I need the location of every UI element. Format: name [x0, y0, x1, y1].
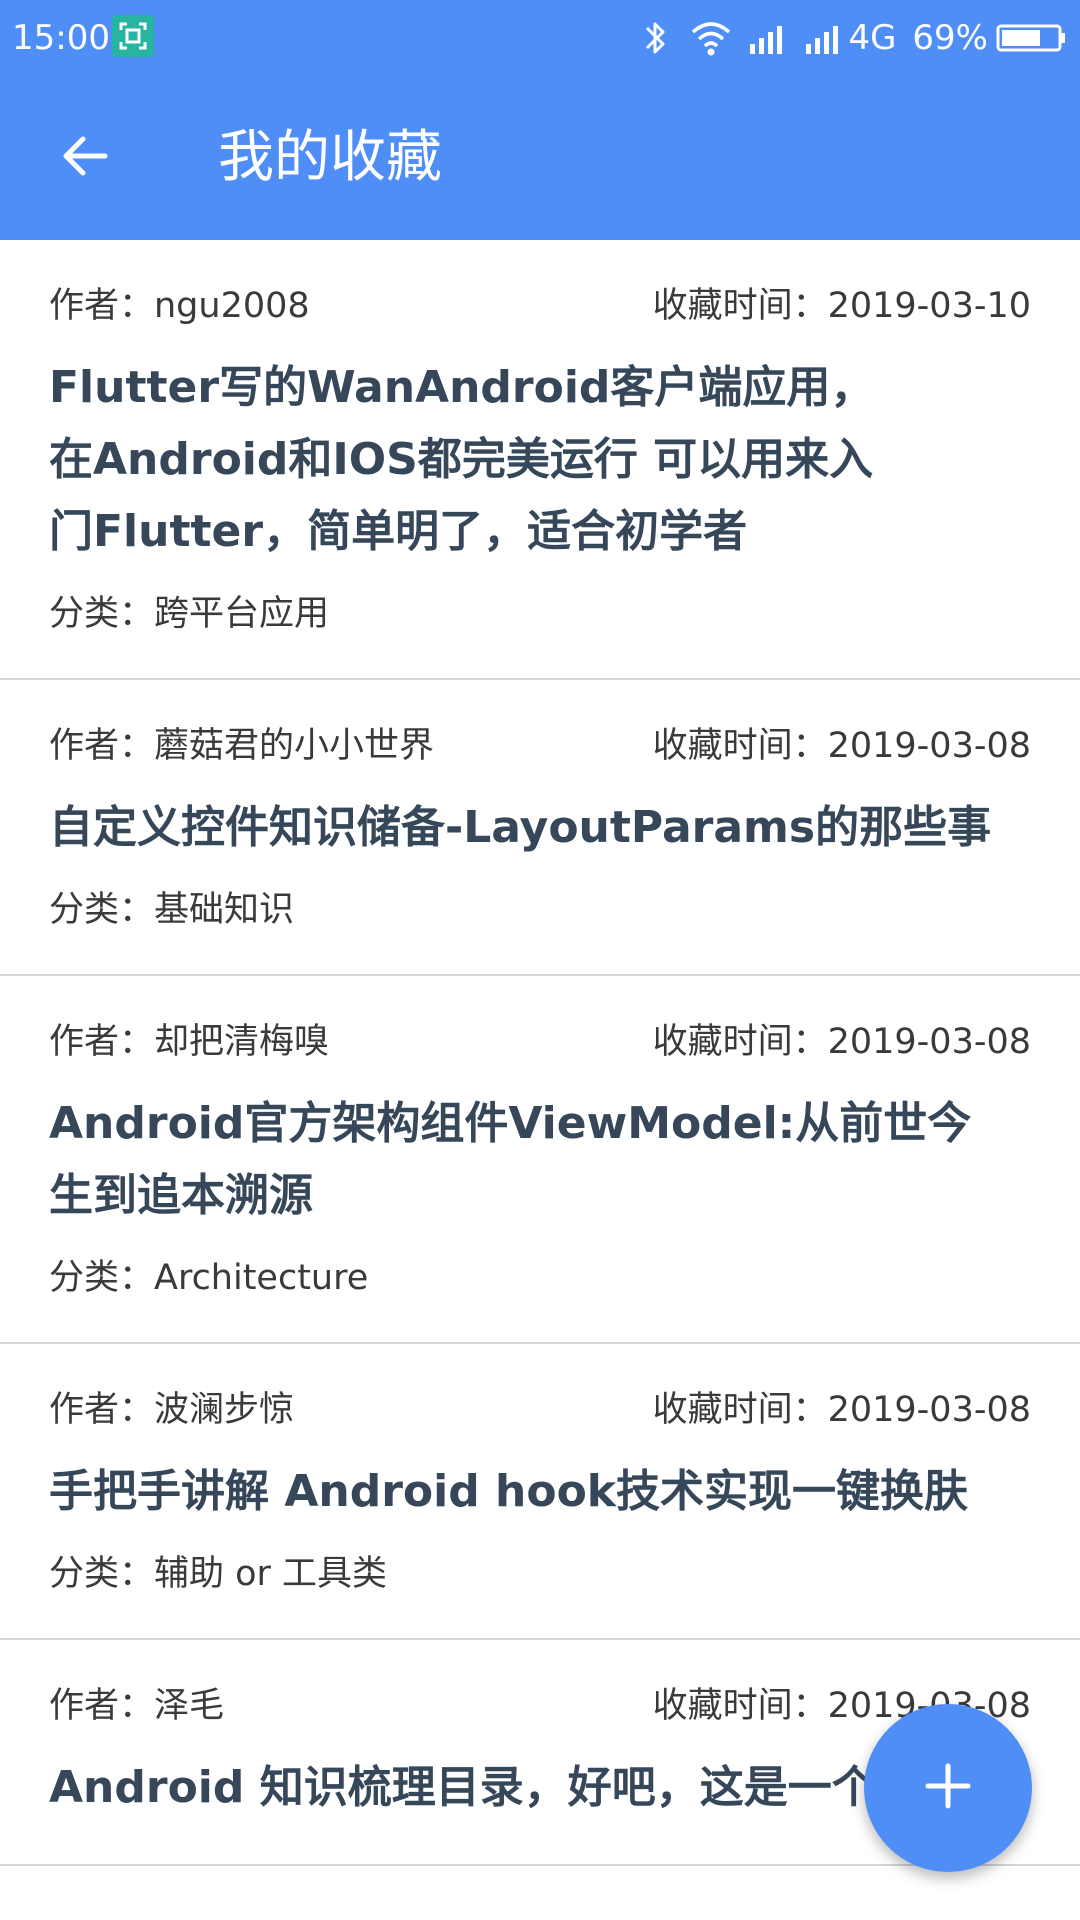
favorites-list: 作者：ngu2008 收藏时间：2019-03-10 Flutter写的WanA… — [0, 240, 1080, 1866]
card-meta: 作者：波澜步惊 收藏时间：2019-03-08 — [49, 1386, 1031, 1434]
status-icons: 4G 69% — [638, 14, 1068, 62]
signal-4g-icon — [804, 18, 846, 58]
status-time: 15:00 — [12, 18, 110, 58]
plus-icon — [922, 1760, 974, 1816]
category-label: 分类：基础知识 — [49, 890, 295, 930]
category-label: 分类：跨平台应用 — [49, 594, 330, 634]
bluetooth-icon — [638, 16, 672, 60]
author-label: 作者：蘑菇君的小小世界 — [49, 726, 435, 766]
article-title: Android官方架构组件ViewModel:从前世今生到追本溯源 — [49, 1098, 972, 1221]
signal-icon — [748, 18, 790, 58]
card-meta: 作者：ngu2008 收藏时间：2019-03-10 — [49, 282, 1031, 330]
battery-icon — [996, 23, 1068, 53]
author-label: 作者：波澜步惊 — [49, 1390, 295, 1430]
card-meta: 作者：泽毛 收藏时间：2019-03-08 — [49, 1682, 1031, 1730]
screen: 15:00 4G 69% 我的收藏 作者：ngu2008 收藏时间：2019-0… — [0, 0, 1080, 1920]
author-label: 作者：却把清梅嗅 — [49, 1022, 330, 1062]
author-label: 作者：泽毛 — [49, 1686, 225, 1726]
list-item[interactable]: 作者：ngu2008 收藏时间：2019-03-10 Flutter写的WanA… — [0, 240, 1080, 680]
page-title: 我的收藏 — [218, 125, 442, 190]
back-button[interactable] — [40, 113, 130, 203]
article-title: Flutter写的WanAndroid客户端应用，在Android和IOS都完美… — [49, 362, 875, 557]
network-type: 4G — [848, 18, 897, 58]
card-meta: 作者：却把清梅嗅 收藏时间：2019-03-08 — [49, 1018, 1031, 1066]
collect-time-label: 收藏时间：2019-03-08 — [652, 1022, 1031, 1062]
app-bar: 我的收藏 — [0, 76, 1080, 240]
card-meta: 作者：蘑菇君的小小世界 收藏时间：2019-03-08 — [49, 722, 1031, 770]
article-title: 手把手讲解 Android hook技术实现一键换肤 — [49, 1466, 969, 1517]
list-item[interactable]: 作者：波澜步惊 收藏时间：2019-03-08 手把手讲解 Android ho… — [0, 1344, 1080, 1640]
list-item[interactable]: 作者：却把清梅嗅 收藏时间：2019-03-08 Android官方架构组件Vi… — [0, 976, 1080, 1344]
collect-time-label: 收藏时间：2019-03-08 — [652, 726, 1031, 766]
add-button[interactable] — [864, 1704, 1032, 1872]
collect-time-label: 收藏时间：2019-03-10 — [652, 286, 1031, 326]
status-bar: 15:00 4G 69% — [0, 0, 1080, 76]
article-title: 自定义控件知识储备-LayoutParams的那些事 — [49, 802, 992, 853]
battery-percent: 69% — [912, 18, 988, 58]
category-label: 分类：Architecture — [49, 1258, 369, 1298]
arrow-left-icon — [59, 130, 111, 186]
collect-time-label: 收藏时间：2019-03-08 — [652, 1390, 1031, 1430]
list-item[interactable]: 作者：蘑菇君的小小世界 收藏时间：2019-03-08 自定义控件知识储备-La… — [0, 680, 1080, 976]
author-label: 作者：ngu2008 — [49, 286, 310, 326]
screenshot-app-icon — [112, 15, 154, 57]
wifi-icon — [690, 18, 732, 58]
category-label: 分类：辅助 or 工具类 — [49, 1554, 388, 1594]
